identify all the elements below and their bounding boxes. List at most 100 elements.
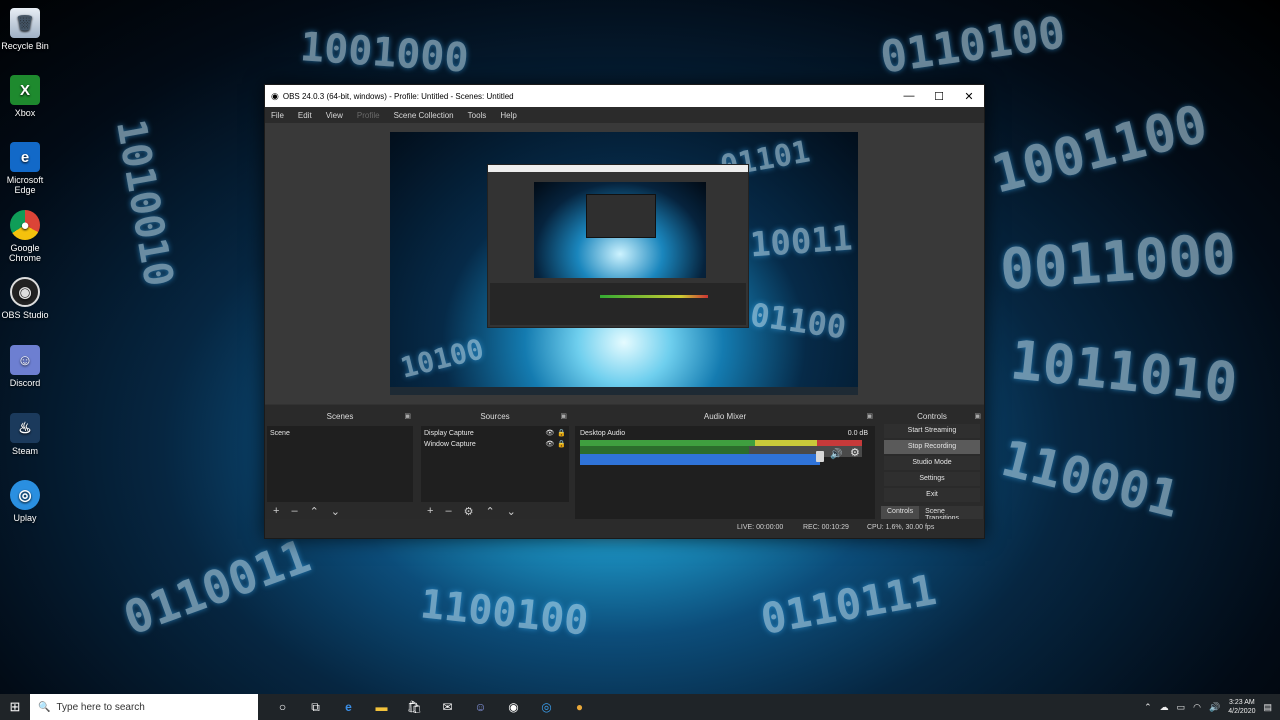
desktop-icon-recycle-bin[interactable]: 🗑 Recycle Bin (0, 8, 50, 51)
menu-edit[interactable]: Edit (298, 111, 312, 120)
move-down-icon[interactable]: ⌄ (331, 505, 340, 518)
undock-icon[interactable]: ▣ (866, 412, 873, 420)
mixer-title: Audio Mixer (703, 412, 747, 421)
menu-tools[interactable]: Tools (468, 111, 487, 120)
move-up-icon[interactable]: ⌃ (310, 505, 319, 518)
file-explorer-icon[interactable]: ▬ (365, 694, 398, 720)
clock[interactable]: 3:23 AM 4/2/2020 (1228, 698, 1255, 716)
search-placeholder: Type here to search (56, 701, 145, 713)
menu-view[interactable]: View (326, 111, 343, 120)
lock-icon[interactable]: 🔒 (557, 439, 566, 450)
gear-icon[interactable]: ⚙ (464, 505, 474, 518)
desktop-icon-label: Steam (11, 446, 38, 456)
add-icon[interactable]: + (273, 505, 279, 517)
minimize-button[interactable]: — (894, 85, 924, 107)
undock-icon[interactable]: ▣ (974, 412, 981, 420)
dock-area: Scenes ▣ Scene + – ⌃ ⌄ Sources ▣ Display C… (265, 405, 984, 524)
gear-icon[interactable]: ⚙ (850, 448, 860, 459)
eye-icon[interactable]: 👁 (545, 428, 554, 439)
desktop-icon-steam[interactable]: ♨ Steam (0, 413, 50, 456)
start-streaming-button[interactable]: Start Streaming (884, 424, 980, 438)
volume-slider-handle[interactable] (816, 451, 824, 462)
menu-scene-collection[interactable]: Scene Collection (394, 111, 454, 120)
desktop-icon-label: Google Chrome (8, 243, 41, 263)
undock-icon[interactable]: ▣ (560, 412, 567, 420)
mail-icon[interactable]: ✉ (431, 694, 464, 720)
onedrive-icon[interactable]: ☁ (1160, 702, 1169, 713)
desktop-icon-label: Xbox (14, 108, 36, 118)
desktop-icon-label: Microsoft Edge (6, 175, 44, 195)
lock-icon[interactable]: 🔒 (557, 428, 566, 439)
remove-icon[interactable]: – (445, 505, 451, 517)
desktop-icon-edge[interactable]: e Microsoft Edge (0, 142, 50, 195)
scenes-list: Scene (267, 426, 413, 502)
discord-icon: ☺ (10, 345, 40, 375)
desktop-icon-chrome[interactable]: ● Google Chrome (0, 210, 50, 263)
speaker-icon[interactable]: 🔊 (830, 449, 842, 460)
notifications-icon[interactable]: ▤ (1263, 702, 1272, 713)
preview-taskbar (390, 387, 858, 395)
menu-profile[interactable]: Profile (357, 111, 380, 120)
title-bar[interactable]: ◉ OBS 24.0.3 (64-bit, windows) - Profile… (265, 85, 984, 107)
desktop-icon-label: Uplay (13, 513, 37, 523)
desktop-icon-discord[interactable]: ☺ Discord (0, 345, 50, 388)
search-icon: 🔍 (38, 701, 51, 713)
chrome-icon: ● (10, 210, 40, 240)
sources-dock: Sources ▣ Display Capture 👁 🔒 Window Captur… (421, 412, 569, 519)
maximize-button[interactable]: ☐ (924, 85, 954, 107)
menu-file[interactable]: File (271, 111, 284, 120)
cortana-icon[interactable]: ○ (266, 694, 299, 720)
window-title: OBS 24.0.3 (64-bit, windows) - Profile: … (282, 91, 514, 101)
sources-title: Sources (480, 412, 510, 421)
task-view-icon[interactable]: ⧉ (299, 694, 332, 720)
network-icon[interactable]: ▭ (1177, 702, 1186, 713)
desktop-icon-uplay[interactable]: ◎ Uplay (0, 480, 50, 523)
uplay-icon[interactable]: ◎ (530, 694, 563, 720)
rec-time: REC: 00:10:29 (803, 524, 849, 531)
obs-window: ◉ OBS 24.0.3 (64-bit, windows) - Profile… (264, 84, 985, 539)
taskbar-search[interactable]: 🔍 Type here to search (30, 694, 258, 720)
desktop-icon-label: Recycle Bin (1, 41, 49, 51)
scene-item[interactable]: Scene (270, 428, 410, 439)
desktop-icon-label: Discord (9, 378, 41, 388)
discord-icon[interactable]: ☺ (464, 694, 497, 720)
eye-icon[interactable]: 👁 (545, 439, 554, 450)
volume-icon[interactable]: 🔊 (1209, 702, 1220, 713)
source-item[interactable]: Display Capture 👁 🔒 (424, 428, 566, 439)
chevron-up-icon[interactable]: ⌃ (1144, 702, 1152, 713)
menu-bar: File Edit View Profile Scene Collection … (265, 107, 984, 123)
taskbar: ⊞ 🔍 Type here to search ○ ⧉ e ▬ 🛍 ✉ ☺ ◉ … (0, 694, 1280, 720)
exit-button[interactable]: Exit (884, 488, 980, 502)
uplay-icon: ◎ (10, 480, 40, 510)
xbox-icon: X (10, 75, 40, 105)
scenes-dock: Scenes ▣ Scene + – ⌃ ⌄ (267, 412, 413, 519)
scenes-title: Scenes (326, 412, 354, 421)
store-icon[interactable]: 🛍 (398, 694, 431, 720)
add-icon[interactable]: + (427, 505, 433, 517)
settings-button[interactable]: Settings (884, 472, 980, 486)
sources-list: Display Capture 👁 🔒 Window Capture 👁 🔒 (421, 426, 569, 502)
move-up-icon[interactable]: ⌃ (485, 505, 494, 518)
studio-mode-button[interactable]: Studio Mode (884, 456, 980, 470)
volume-slider[interactable] (580, 454, 820, 465)
status-bar: LIVE: 00:00:00 REC: 00:10:29 CPU: 1.6%, … (265, 519, 984, 538)
steam-icon: ♨ (10, 413, 40, 443)
stop-recording-button[interactable]: Stop Recording (884, 440, 980, 454)
move-down-icon[interactable]: ⌄ (507, 505, 516, 518)
chrome-icon[interactable]: ● (563, 694, 596, 720)
undock-icon[interactable]: ▣ (404, 412, 411, 420)
windows-start-icon[interactable]: ⊞ (0, 694, 30, 720)
menu-help[interactable]: Help (500, 111, 516, 120)
obs-icon: ◉ (10, 277, 40, 307)
controls-title: Controls (917, 412, 947, 421)
close-button[interactable]: ✕ (954, 85, 984, 107)
obs-icon[interactable]: ◉ (497, 694, 530, 720)
source-item[interactable]: Window Capture 👁 🔒 (424, 439, 566, 450)
nested-preview (487, 164, 749, 328)
desktop-icon-xbox[interactable]: X Xbox (0, 75, 50, 118)
preview-canvas[interactable]: 01101 10011 01100 10100 (390, 132, 858, 395)
desktop-icon-obs[interactable]: ◉ OBS Studio (0, 277, 50, 320)
remove-icon[interactable]: – (291, 505, 297, 517)
edge-icon[interactable]: e (332, 694, 365, 720)
wifi-icon[interactable]: ◠ (1193, 702, 1201, 713)
